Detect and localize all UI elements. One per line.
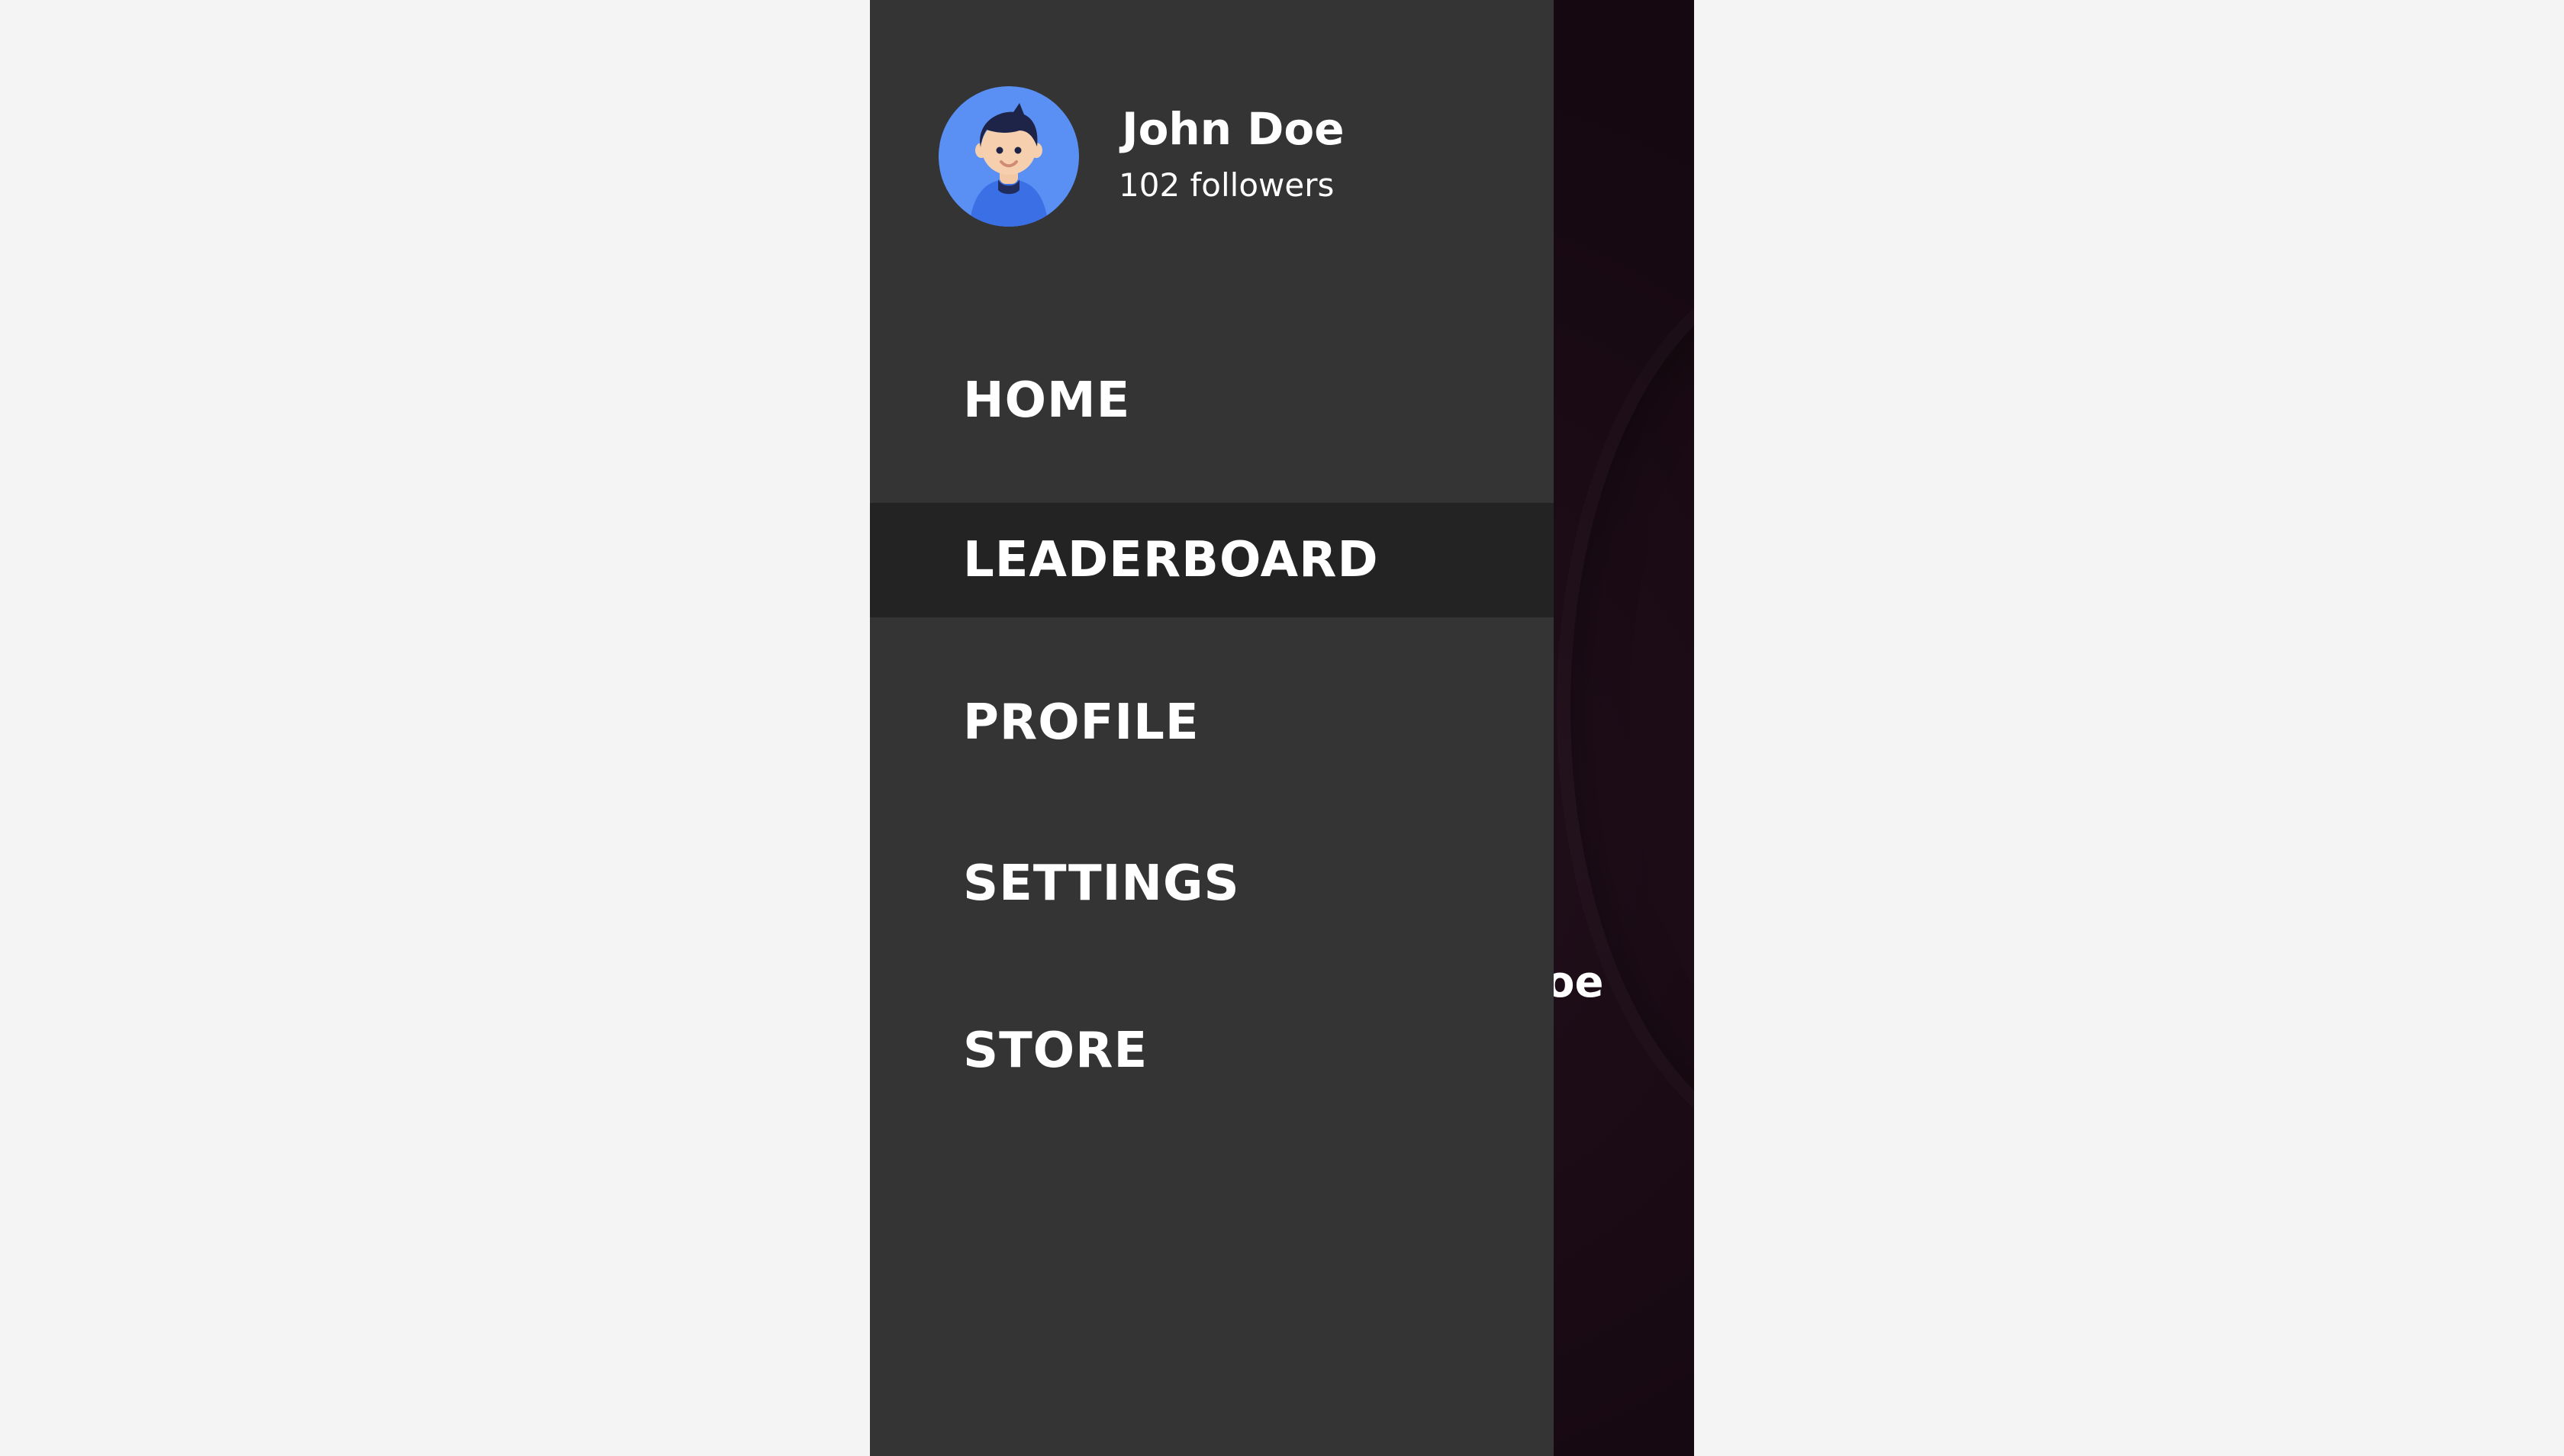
menu-item-leaderboard[interactable]: LEADERBOARD [870,503,1554,617]
menu-item-label: PROFILE [963,694,1200,751]
user-name: John Doe [1122,103,1345,155]
menu-item-store[interactable]: STORE [870,994,1554,1108]
menu-item-profile[interactable]: PROFILE [870,665,1554,780]
menu-item-label: SETTINGS [963,855,1240,912]
background-circle [1557,259,1694,1157]
follower-count: 102 followers [1119,166,1335,204]
menu-item-settings[interactable]: SETTINGS [870,826,1554,941]
menu-item-label: LEADERBOARD [963,532,1379,588]
navigation-drawer: John Doe 102 followers HOME LEADERBOARD … [870,0,1554,1456]
menu-item-home[interactable]: HOME [870,343,1554,458]
user-avatar-icon[interactable] [939,86,1079,227]
menu-item-label: HOME [963,372,1131,429]
app-screen: John Doe John Doe [870,0,1694,1456]
drawer-profile-header[interactable]: John Doe 102 followers [939,84,1519,229]
menu-item-label: STORE [963,1023,1148,1079]
